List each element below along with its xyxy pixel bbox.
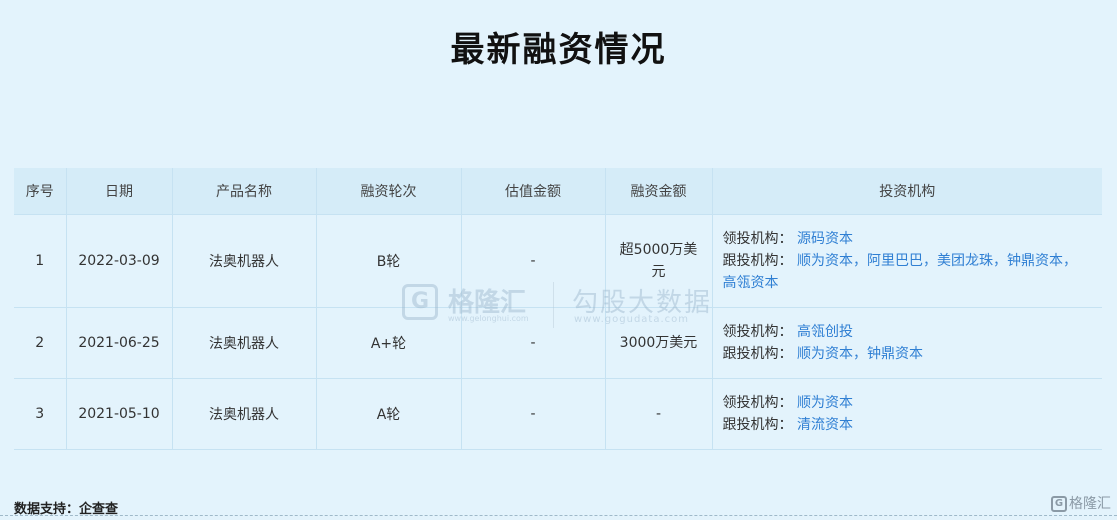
cell-round: B轮 — [316, 214, 462, 308]
table-row: 2 2021-06-25 法奥机器人 A+轮 - 3000万美元 领投机构： 高… — [14, 307, 1102, 379]
lead-label: 领投机构： — [722, 395, 793, 411]
col-header-index: 序号 — [14, 168, 67, 215]
follow-label: 跟投机构： — [722, 346, 793, 362]
follow-investors: 跟投机构： 顺为资本，阿里巴巴，美团龙珠，钟鼎资本， — [723, 250, 1102, 272]
follow-investor-link[interactable]: 顺为资本，阿里巴巴，美团龙珠，钟鼎资本， — [797, 253, 1077, 269]
cell-amount: 3000万美元 — [605, 307, 713, 379]
amount-line: 3000万美元 — [619, 335, 698, 351]
lead-investor-link[interactable]: 顺为资本 — [797, 395, 853, 411]
follow-investor-link[interactable]: 清流资本 — [797, 417, 853, 433]
cell-product: 法奥机器人 — [172, 307, 317, 379]
col-header-valuation: 估值金额 — [461, 168, 606, 215]
cell-investors: 领投机构： 高瓴创投 跟投机构： 顺为资本，钟鼎资本 — [712, 307, 1102, 379]
cell-date: 2022-03-09 — [66, 214, 173, 308]
cell-investors: 领投机构： 源码资本 跟投机构： 顺为资本，阿里巴巴，美团龙珠，钟鼎资本， 高瓴… — [712, 214, 1102, 308]
cell-amount: - — [605, 378, 713, 450]
table-row: 1 2022-03-09 法奥机器人 B轮 - 超5000万美 元 领投机构： … — [14, 214, 1102, 308]
col-header-date: 日期 — [66, 168, 173, 215]
corner-logo-text: 格隆汇 — [1069, 496, 1111, 512]
cell-valuation: - — [461, 214, 606, 308]
cell-index: 2 — [14, 307, 67, 379]
amount-line: - — [655, 406, 662, 422]
follow-investor-link[interactable]: 顺为资本，钟鼎资本 — [797, 346, 923, 362]
col-header-round: 融资轮次 — [316, 168, 462, 215]
cell-index: 3 — [14, 378, 67, 450]
follow-investors: 跟投机构： 清流资本 — [723, 414, 1102, 436]
col-header-product: 产品名称 — [172, 168, 317, 215]
lead-investors: 领投机构： 高瓴创投 — [723, 321, 1102, 343]
amount-line: 元 — [651, 264, 666, 280]
lead-investors: 领投机构： 源码资本 — [723, 228, 1102, 250]
cell-investors: 领投机构： 顺为资本 跟投机构： 清流资本 — [712, 378, 1102, 450]
col-header-amount: 融资金额 — [605, 168, 713, 215]
cell-date: 2021-06-25 — [66, 307, 173, 379]
cell-valuation: - — [461, 378, 606, 450]
cell-round: A+轮 — [316, 307, 462, 379]
follow-investor-link[interactable]: 高瓴资本 — [723, 275, 779, 291]
lead-investor-link[interactable]: 源码资本 — [797, 231, 853, 247]
lead-investors: 领投机构： 顺为资本 — [723, 392, 1102, 414]
amount-line: 超5000万美 — [619, 242, 698, 258]
follow-label: 跟投机构： — [722, 417, 793, 433]
cell-product: 法奥机器人 — [172, 214, 317, 308]
cell-index: 1 — [14, 214, 67, 308]
col-header-investors: 投资机构 — [712, 168, 1102, 215]
cell-date: 2021-05-10 — [66, 378, 173, 450]
lead-label: 领投机构： — [722, 324, 793, 340]
table-header-row: 序号 日期 产品名称 融资轮次 估值金额 融资金额 投资机构 — [14, 168, 1102, 215]
corner-logo: G 格隆汇 — [1051, 493, 1111, 513]
table-row: 3 2021-05-10 法奥机器人 A轮 - - 领投机构： 顺为资本 跟投机… — [14, 378, 1102, 450]
page-title: 最新融资情况 — [450, 30, 667, 70]
follow-investors: 跟投机构： 顺为资本，钟鼎资本 — [723, 343, 1102, 365]
cell-valuation: - — [461, 307, 606, 379]
cell-amount: 超5000万美 元 — [605, 214, 713, 308]
cell-product: 法奥机器人 — [172, 378, 317, 450]
cell-round: A轮 — [316, 378, 462, 450]
lead-label: 领投机构： — [722, 231, 793, 247]
follow-label: 跟投机构： — [722, 253, 793, 269]
lead-investor-link[interactable]: 高瓴创投 — [797, 324, 853, 340]
gelonghui-corner-icon: G — [1051, 496, 1067, 512]
financing-table: 序号 日期 产品名称 融资轮次 估值金额 融资金额 投资机构 1 2022-03… — [14, 168, 1102, 450]
follow-investors-cont: 高瓴资本 — [723, 272, 1102, 294]
bottom-divider — [0, 515, 1117, 516]
